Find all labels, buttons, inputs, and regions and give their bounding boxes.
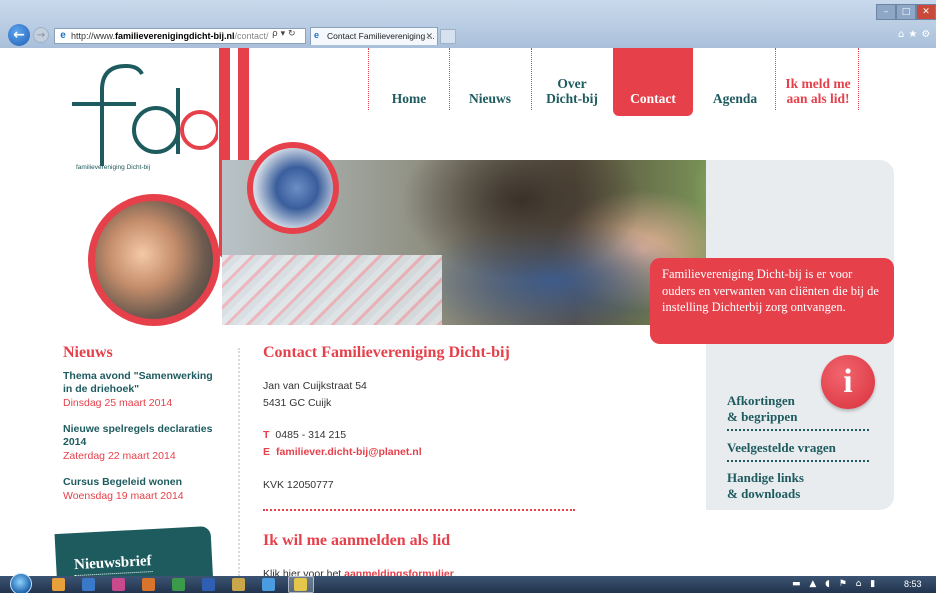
- start-button[interactable]: [10, 573, 32, 593]
- hero-callout: Familievereniging Dicht-bij is er voor o…: [650, 258, 894, 344]
- address-prefix: http://www.: [71, 31, 116, 41]
- nav-agenda[interactable]: Agenda: [697, 48, 773, 116]
- link-handige-links[interactable]: Handige links & downloads: [727, 470, 869, 501]
- contact-phone: 0485 - 314 215: [275, 429, 347, 441]
- contact-city: 5431 GC Cuijk: [263, 397, 332, 409]
- news-item[interactable]: Cursus Begeleid wonen Woensdag 19 maart …: [63, 476, 223, 503]
- ie-taskbar-icon[interactable]: [262, 578, 275, 591]
- media-taskbar-icon[interactable]: [82, 578, 95, 591]
- dotted-divider: [727, 429, 869, 431]
- registration-form-link[interactable]: aanmeldingsformulier: [344, 568, 454, 576]
- news-heading: Nieuws: [63, 344, 113, 361]
- contact-kvk: KVK 12050777: [263, 479, 334, 491]
- windows-taskbar: ▬ ▲ ◖ ⚑ ⌂ ▮ 8:53: [0, 573, 936, 593]
- system-tray-icons[interactable]: ▬ ▲ ◖ ⚑ ⌂ ▮: [792, 579, 878, 589]
- join-text: Klik hier voor het aanmeldingsformulier.: [263, 568, 457, 576]
- back-button[interactable]: ←: [8, 24, 30, 46]
- address-domain: familieverenigingdicht-bij.nl: [115, 31, 235, 41]
- tab-contact[interactable]: e Contact Familievereniging ... ✕: [310, 27, 438, 45]
- minimize-button[interactable]: –: [876, 4, 896, 20]
- maximize-button[interactable]: □: [896, 4, 916, 20]
- word-taskbar-icon[interactable]: [202, 578, 215, 591]
- contact-email-link[interactable]: familiever.dicht-bij@planet.nl: [276, 446, 422, 458]
- back-arrow-icon: ←: [13, 27, 25, 43]
- logo-tagline: familievereniging Dicht-bij: [76, 164, 151, 171]
- join-heading: Ik wil me aanmelden als lid: [263, 532, 451, 549]
- paint-taskbar-icon[interactable]: [112, 578, 125, 591]
- column-divider: [238, 348, 240, 576]
- address-path: /contact/: [234, 31, 269, 41]
- nav-home[interactable]: Home: [372, 48, 446, 116]
- tab-close-icon[interactable]: ✕: [425, 28, 433, 45]
- news-item-date: Woensdag 19 maart 2014: [63, 490, 184, 502]
- newsletter-box[interactable]: Nieuwsbrief: [54, 525, 214, 576]
- link-veelgestelde-vragen[interactable]: Veelgestelde vragen: [727, 440, 869, 456]
- home-favorites-tools-icons[interactable]: ⌂★⚙: [898, 29, 934, 40]
- hero-blanket: [222, 255, 442, 325]
- search-refresh-controls[interactable]: ρ ▾ ↻: [272, 29, 296, 39]
- nav-join-as-member[interactable]: Ik meld me aan als lid!: [778, 48, 858, 116]
- new-tab-button[interactable]: [440, 29, 456, 44]
- browser-titlebar: ← → e http://www.familieverenigingdicht-…: [0, 0, 936, 48]
- outlook-taskbar-icon[interactable]: [52, 578, 65, 591]
- logo-frame-bar: [238, 48, 249, 178]
- excel-taskbar-icon[interactable]: [172, 578, 185, 591]
- news-item-title[interactable]: Nieuwe spelregels declaraties 2014: [63, 423, 223, 449]
- phone-label: T: [263, 429, 270, 441]
- contact-phone-line: T 0485 - 314 215: [263, 428, 346, 442]
- forward-arrow-icon: →: [36, 29, 46, 41]
- knitting-photo-circle: [247, 142, 339, 234]
- office-taskbar-icon[interactable]: [142, 578, 155, 591]
- clock[interactable]: 8:53: [904, 579, 922, 589]
- nav-separator: [775, 48, 776, 110]
- ie-tab-icon: e: [314, 30, 320, 40]
- news-item-title[interactable]: Cursus Begeleid wonen: [63, 476, 223, 489]
- news-item-date: Zaterdag 22 maart 2014: [63, 450, 176, 462]
- news-item[interactable]: Thema avond "Samenwerking in de driehoek…: [63, 370, 223, 410]
- program-taskbar-icon[interactable]: [294, 578, 307, 591]
- news-item-date: Dinsdag 25 maart 2014: [63, 397, 173, 409]
- news-item[interactable]: Nieuwe spelregels declaraties 2014 Zater…: [63, 423, 223, 463]
- dotted-divider: [727, 460, 869, 462]
- ie-icon: e: [60, 30, 66, 41]
- fdb-logo[interactable]: [58, 58, 218, 208]
- newsletter-label[interactable]: Nieuwsbrief: [73, 553, 153, 576]
- nav-over-dicht-bij[interactable]: Over Dicht-bij: [533, 48, 611, 116]
- contact-street: Jan van Cuijkstraat 54: [263, 380, 367, 392]
- nav-separator: [449, 48, 450, 110]
- forward-button[interactable]: →: [33, 27, 49, 43]
- news-item-title[interactable]: Thema avond "Samenwerking in de driehoek…: [63, 370, 223, 396]
- nav-separator: [858, 48, 859, 110]
- link-afkortingen[interactable]: Afkortingen & begrippen: [727, 393, 869, 424]
- email-label: E: [263, 446, 271, 458]
- children-photo-circle: [88, 194, 220, 326]
- contact-heading: Contact Familievereniging Dicht-bij: [263, 344, 510, 361]
- explorer-taskbar-icon[interactable]: [232, 578, 245, 591]
- nav-separator: [368, 48, 369, 110]
- web-page: familievereniging Dicht-bij Familieveren…: [0, 48, 936, 576]
- nav-nieuws[interactable]: Nieuws: [452, 48, 528, 116]
- tab-title: Contact Familievereniging ...: [327, 31, 435, 41]
- dotted-divider: [263, 509, 575, 511]
- nav-separator: [531, 48, 532, 110]
- nav-contact[interactable]: Contact: [613, 48, 693, 116]
- address-bar[interactable]: e http://www.familieverenigingdicht-bij.…: [54, 28, 306, 44]
- contact-email-line: Efamiliever.dicht-bij@planet.nl: [263, 445, 422, 459]
- close-window-button[interactable]: ✕: [916, 4, 936, 20]
